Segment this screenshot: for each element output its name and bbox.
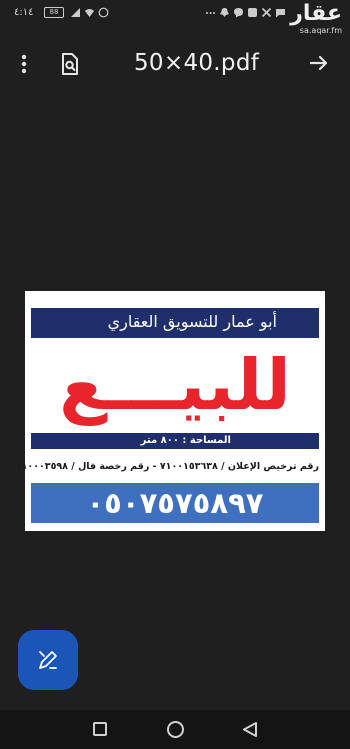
file-title: 50×40.pdf [134,50,260,76]
status-time: ٤:١٤ [14,7,34,18]
messenger-icon [234,8,243,18]
wifi-icon [85,9,94,17]
edit-button[interactable] [18,630,78,690]
whatsapp-icon [98,7,109,18]
find-in-doc-icon[interactable] [58,52,82,76]
viewer-toolbar: 50×40.pdf [0,40,350,88]
for-sale-headline: للبيـــع [59,344,291,426]
home-icon[interactable] [167,721,184,738]
battery-icon: 88 [44,7,64,18]
license-text: رقم ترخيص الإعلان / ٧١٠٠١٥٣٦٣٨ - رقم رخص… [15,461,319,472]
back-icon[interactable] [242,721,258,738]
edit-pen-icon [39,651,57,669]
area-text: المساحة : ٨٠٠ متر [140,435,231,446]
phone-number: ٠٥٠٧٥٧٥٨٩٧ [86,486,264,520]
open-arrow-icon[interactable] [308,52,330,74]
status-bar: ٤:١٤ 88 عقار sa.aqar.fm [0,0,350,36]
snapchat-icon [220,8,229,17]
aqar-watermark: عقار sa.aqar.fm [290,1,342,36]
company-name: أبو عمار للتسويق العقاري [107,312,277,331]
company-logo: عمار [281,299,323,341]
more-notifications-icon [206,12,215,14]
chat-icon [276,9,285,18]
watermark-logo: عقار [290,1,342,26]
more-vert-icon[interactable] [14,52,34,76]
logo-text: عمار [285,310,319,330]
watermark-url: sa.aqar.fm [299,26,342,35]
signal-icon [71,8,80,17]
recents-icon[interactable] [93,722,107,736]
x-icon [261,7,272,18]
system-nav-bar [0,710,350,749]
pdf-page[interactable]: أبو عمار للتسويق العقاري عمار للبيـــع ا… [15,291,325,531]
facebook-icon [248,8,257,17]
